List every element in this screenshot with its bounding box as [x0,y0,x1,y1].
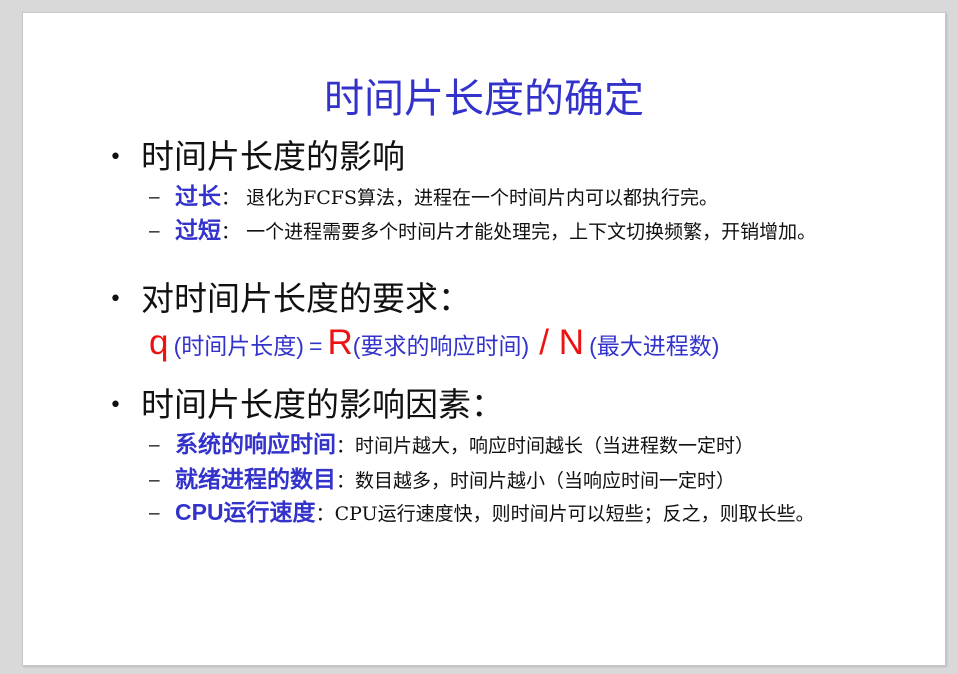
sub-item-response-time: – 系统的响应时间：时间片越大，响应时间越长（当进程数一定时） [149,431,849,460]
sub-item-body: 过长： 退化为FCFS算法，进程在一个时间片内可以都执行完。 [175,183,849,212]
sub-item-separator: ： [221,221,241,243]
slide-title: 时间片长度的确定 [324,76,644,122]
bullet-text: 时间片长度的影响因素： [141,385,504,424]
sub-item-ready-count: – 就绪进程的数目：数目越多，时间片越小（当响应时间一定时） [149,466,849,495]
sub-item-too-short: – 过短： 一个进程需要多个时间片才能处理完，上下文切换频繁，开销增加。 [149,217,849,246]
bullet-requirement: • 对时间片长度的要求： [109,279,471,320]
formula-q-desc: (时间片长度) [173,333,304,359]
bullet-influence: • 时间片长度的影响 [109,137,405,178]
sub-item-separator: ： [221,187,241,209]
sub-item-separator: ： [315,503,335,525]
bullet-text: 对时间片长度的要求： [141,279,471,318]
sub-item-text: 时间片越大，响应时间越长（当进程数一定时） [355,435,755,457]
sub-item-keyword: 过长 [175,183,221,210]
dash-glyph: – [149,435,160,456]
sub-item-keyword: 系统的响应时间 [175,431,336,457]
sub-item-body: 系统的响应时间：时间片越大，响应时间越长（当进程数一定时） [175,431,849,460]
dash-glyph: – [149,187,160,208]
formula: q (时间片长度) = R(要求的响应时间) / N (最大进程数) [149,321,719,371]
formula-r-desc: (要求的响应时间) [352,333,530,359]
bullet-glyph: • [109,393,122,418]
sub-item-text: 一个进程需要多个时间片才能处理完，上下文切换频繁，开销增加。 [246,221,817,243]
formula-n-desc: (最大进程数) [589,333,720,359]
bullet-factors: • 时间片长度的影响因素： [109,385,504,426]
formula-equals: = [308,333,323,359]
sub-item-text: 数目越多，时间片越小（当响应时间一定时） [355,470,736,492]
sub-item-keyword: CPU运行速度 [175,499,316,525]
bullet-text: 时间片长度的影响 [141,137,405,176]
sub-item-keyword: 就绪进程的数目 [175,466,336,492]
sub-item-body: 就绪进程的数目：数目越多，时间片越小（当响应时间一定时） [175,466,849,495]
formula-q: q [149,323,169,362]
sub-item-body: 过短： 一个进程需要多个时间片才能处理完，上下文切换频繁，开销增加。 [175,217,849,246]
sub-item-cpu-speed: – CPU运行速度：CPU运行速度快，则时间片可以短些；反之，则取长些。 [149,499,849,528]
dash-glyph: – [149,470,160,491]
dash-glyph: – [149,221,160,242]
bullet-glyph: • [109,145,122,170]
sub-item-body: CPU运行速度：CPU运行速度快，则时间片可以短些；反之，则取长些。 [175,499,849,528]
sub-item-text: 退化为FCFS算法，进程在一个时间片内可以都执行完。 [246,187,718,209]
bullet-glyph: • [109,287,122,312]
slide: 时间片长度的确定 • 时间片长度的影响 – 过长： 退化为FCFS算法，进程在一个… [22,12,946,666]
sub-item-text: CPU运行速度快，则时间片可以短些；反之，则取长些。 [334,503,815,525]
formula-r: R [327,323,353,362]
sub-item-too-long: – 过长： 退化为FCFS算法，进程在一个时间片内可以都执行完。 [149,183,849,212]
sub-item-separator: ： [336,435,356,457]
sub-item-separator: ： [336,470,356,492]
sub-item-keyword: 过短 [175,217,221,244]
formula-divide-n: / N [539,323,585,362]
dash-glyph: – [149,503,160,524]
